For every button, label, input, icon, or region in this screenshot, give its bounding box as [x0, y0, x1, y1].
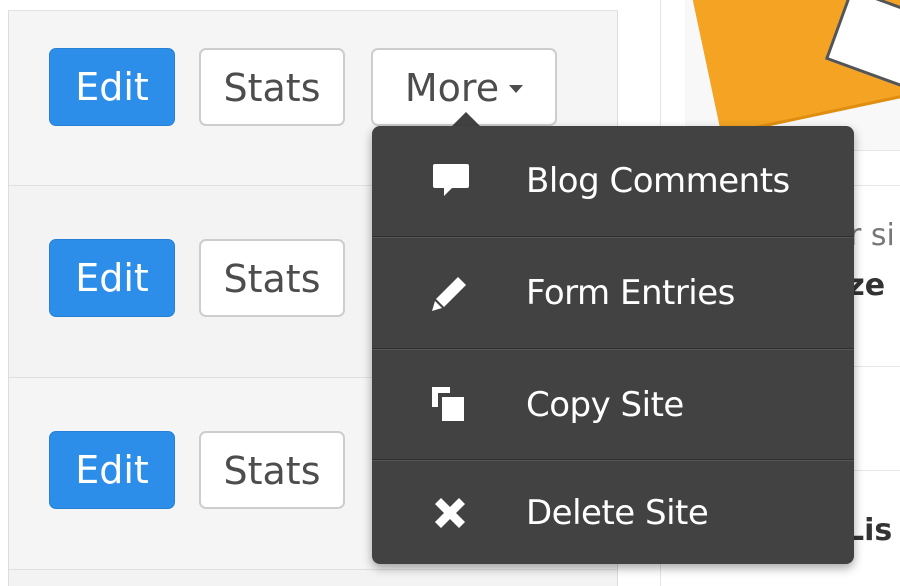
more-button-label: More	[404, 66, 500, 110]
x-icon	[430, 493, 470, 533]
edit-button[interactable]: Edit	[49, 239, 175, 317]
more-dropdown-menu: Blog Comments Form Entries Copy Site Del…	[372, 126, 854, 564]
menu-item-blog-comments[interactable]: Blog Comments	[372, 126, 854, 236]
menu-item-copy-site[interactable]: Copy Site	[372, 348, 854, 459]
pencil-icon	[430, 273, 470, 313]
speech-bubble-icon	[430, 161, 470, 201]
stats-button[interactable]: Stats	[199, 48, 345, 126]
menu-item-label: Copy Site	[526, 385, 684, 425]
stats-button[interactable]: Stats	[199, 431, 345, 509]
menu-item-delete-site[interactable]: Delete Site	[372, 459, 854, 564]
copy-icon	[430, 385, 470, 425]
menu-item-label: Blog Comments	[526, 161, 790, 201]
caret-down-icon	[509, 84, 524, 93]
site-description-snippet: r si	[849, 218, 895, 253]
menu-item-label: Form Entries	[526, 273, 735, 313]
screen: Edit Stats More Edit Stats Edit Stats r …	[0, 0, 900, 586]
stats-button[interactable]: Stats	[199, 239, 345, 317]
menu-item-label: Delete Site	[526, 493, 709, 533]
edit-button[interactable]: Edit	[49, 431, 175, 509]
dropdown-arrow	[452, 112, 480, 126]
edit-button[interactable]: Edit	[49, 48, 175, 126]
menu-item-form-entries[interactable]: Form Entries	[372, 236, 854, 348]
